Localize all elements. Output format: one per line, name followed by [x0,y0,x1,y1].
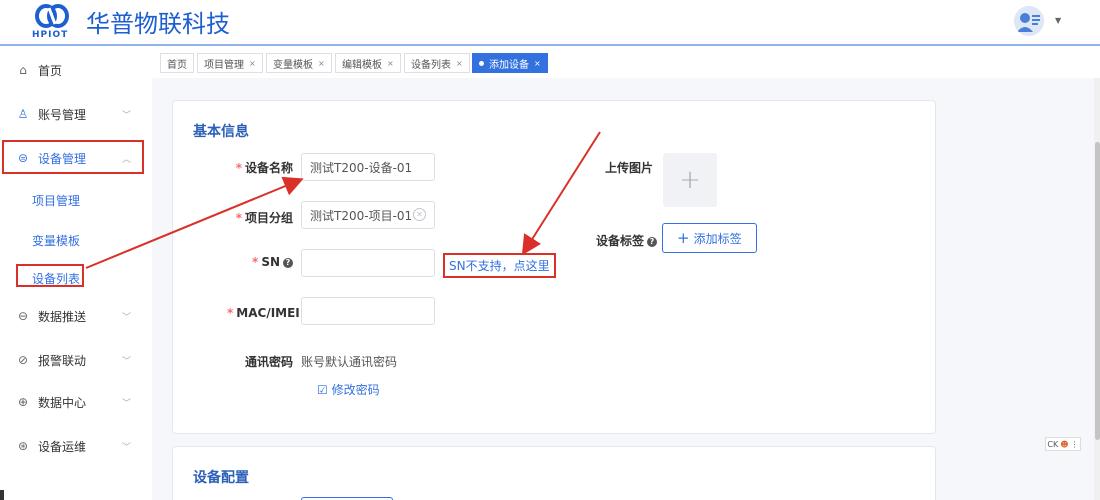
project-group-label: * 项目分组 [235,211,293,225]
sidebar-item-label: 设备运维 [38,439,87,454]
change-password-link[interactable]: ☑ 修改密码 [317,381,380,398]
section-title-basic: 基本信息 [193,124,249,140]
device-name-input[interactable]: 测试T200-设备-01 [301,153,435,181]
device-name-label: * 设备名称 [235,161,293,175]
help-icon: ? [647,236,657,247]
tab-label: 设备列表 [411,59,451,71]
plus-icon: + [679,165,701,195]
annotation-box-device [2,140,144,174]
tabs-bar: 首页 项目管理 × 变量模板 × 编辑模板 × 设备列表 × 添加设备 × [152,50,1100,76]
sidebar-item-label: 报警联动 [38,353,87,368]
avatar-icon [1014,6,1044,36]
sidebar: ⌂ 首页 ♙ 账号管理 ﹀ ⊜ 设备管理 ︿ 项目管理 变量模板 设备列表 ⊖ … [0,48,150,500]
close-icon[interactable]: × [534,59,541,68]
project-group-select[interactable]: 测试T200-项目-01 ✕ [301,201,435,229]
device-config-card: 设备配置 [172,446,936,500]
upload-image-button[interactable]: + [663,153,717,207]
emoji-icon: ☻ [1060,439,1069,449]
password-value: 账号默认通讯密码 [301,355,398,369]
sidebar-item-home[interactable]: ⌂ 首页 [0,50,150,90]
alarm-icon: ⊘ [17,353,29,367]
chevron-down-icon: ﹀ [122,312,132,323]
section-title-config: 设备配置 [193,470,249,486]
sidebar-item-label: 数据推送 [38,309,87,324]
home-icon: ⌂ [19,63,27,77]
sidebar-subitem-template[interactable]: 变量模板 [32,232,80,249]
sn-input[interactable] [301,249,435,277]
maintenance-icon: ⊛ [17,439,29,453]
tab-add-device[interactable]: 添加设备 × [472,53,548,73]
close-icon[interactable]: × [249,59,256,68]
chevron-down-icon: ﹀ [122,356,132,367]
tab-label: 变量模板 [273,59,313,71]
close-icon[interactable]: × [318,59,325,68]
sidebar-item-label: 账号管理 [38,107,87,122]
sidebar-item-label: 数据中心 [38,395,87,410]
user-icon: ♙ [17,107,29,121]
sidebar-item-alarm[interactable]: ⊘ 报警联动 ﹀ [0,340,150,380]
edit-icon: ☑ [317,383,332,397]
mac-imei-input[interactable] [301,297,435,325]
sidebar-item-datacenter[interactable]: ⊕ 数据中心 ﹀ [0,382,150,422]
chevron-down-icon: ﹀ [122,398,132,409]
logo-mark-icon [35,4,69,28]
basic-info-card: 基本信息 * 设备名称 测试T200-设备-01 * 项目分组 测试T200-项目-… [172,100,936,434]
mac-imei-label: * MAC/IMEI [227,306,300,320]
help-icon: ? [283,257,293,268]
corner-mark [0,490,4,500]
sidebar-subitem-project[interactable]: 项目管理 [32,192,80,209]
sidebar-item-account[interactable]: ♙ 账号管理 ﹀ [0,94,150,134]
tab-device-list[interactable]: 设备列表 × [404,53,470,73]
more-icon: ⋮ [1070,439,1079,449]
user-menu-caret-icon[interactable]: ▼ [1055,16,1061,25]
sidebar-item-maintenance[interactable]: ⊛ 设备运维 ﹀ [0,426,150,466]
hpiot-logo[interactable]: HPIOT [30,2,76,44]
clear-icon[interactable]: ✕ [413,208,426,221]
tab-project-manage[interactable]: 项目管理 × [197,53,263,73]
scrollbar-thumb[interactable] [1095,142,1100,440]
push-icon: ⊖ [17,309,29,323]
close-icon[interactable]: × [456,59,463,68]
floating-widget[interactable]: CK ☻ ⋮ [1045,437,1081,451]
user-avatar[interactable] [1014,6,1044,36]
datacenter-icon: ⊕ [17,395,29,409]
chevron-down-icon: ﹀ [122,442,132,453]
active-dot-icon [479,60,484,66]
brand-name: 华普物联科技 [86,10,230,38]
sn-unsupported-link[interactable]: SN不支持，点这里 [443,253,556,278]
sn-label: * SN? [227,255,293,269]
sidebar-item-label: 首页 [38,63,63,78]
tab-label: 首页 [167,59,187,71]
tab-label: 添加设备 [489,59,529,71]
tab-label: 编辑模板 [342,59,382,71]
tab-home[interactable]: 首页 [160,53,194,73]
sidebar-item-push[interactable]: ⊖ 数据推送 ﹀ [0,296,150,336]
annotation-box-device-list [16,264,84,287]
app-header: HPIOT 华普物联科技 ▼ [0,0,1100,46]
plus-icon: + [677,229,690,247]
widget-label: CK [1047,439,1059,449]
password-label: 通讯密码 [244,355,293,369]
main-content: 基本信息 * 设备名称 测试T200-设备-01 * 项目分组 测试T200-项目-… [152,78,1094,500]
logo-text: HPIOT [32,30,69,40]
add-tag-button[interactable]: + 添加标签 [662,223,757,253]
chevron-down-icon: ﹀ [122,110,132,121]
tab-variable-template[interactable]: 变量模板 × [266,53,332,73]
upload-label: 上传图片 [604,161,653,175]
close-icon[interactable]: × [387,59,394,68]
tab-edit-template[interactable]: 编辑模板 × [335,53,401,73]
project-group-value: 测试T200-项目-01 [310,208,413,223]
device-tag-label: 设备标签? [581,232,657,249]
tab-label: 项目管理 [204,59,244,71]
